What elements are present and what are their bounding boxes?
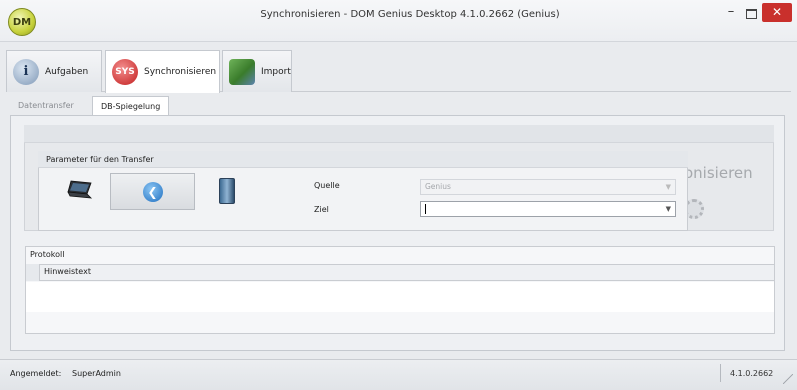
sync-icon: SYS xyxy=(112,59,138,85)
main-tab-strip: i Aufgaben SYS Synchronisieren Import xyxy=(6,50,791,93)
arrow-left-icon: ❮ xyxy=(142,181,163,202)
quelle-value: Genius xyxy=(425,182,451,191)
column-header-hinweistext[interactable]: Hinweistext xyxy=(44,267,91,276)
row-indicator xyxy=(26,264,40,281)
chevron-down-icon: ▼ xyxy=(665,183,671,191)
info-icon: i xyxy=(13,58,39,85)
protokoll-grid-body[interactable] xyxy=(26,282,774,312)
tab-db-spiegelung[interactable]: DB-Spiegelung xyxy=(92,96,170,116)
chevron-down-icon[interactable]: ▼ xyxy=(666,202,671,216)
ziel-select[interactable]: ▼ xyxy=(420,201,676,217)
quelle-select: Genius ▼ xyxy=(420,179,676,195)
app-logo-icon: DM xyxy=(8,8,36,36)
protokoll-grid-header xyxy=(26,264,774,281)
tab-synchronisieren[interactable]: SYS Synchronisieren xyxy=(105,50,220,93)
tab-aufgaben[interactable]: i Aufgaben xyxy=(6,50,102,92)
tab-datentransfer[interactable]: Datentransfer xyxy=(10,96,82,116)
transfer-direction-button[interactable]: ❮ xyxy=(110,173,195,210)
protokoll-title: Protokoll xyxy=(30,250,65,259)
import-icon xyxy=(229,58,255,85)
close-button[interactable]: ✕ xyxy=(762,3,792,22)
quelle-label: Quelle xyxy=(314,181,340,190)
status-user-label: Angemeldet: xyxy=(10,369,62,378)
tab-import[interactable]: Import xyxy=(222,50,292,92)
sync-group-header xyxy=(24,125,774,143)
maximize-icon xyxy=(746,9,757,19)
tab-label: Aufgaben xyxy=(45,66,89,77)
ziel-label: Ziel xyxy=(314,205,329,214)
tab-label: Import xyxy=(261,66,291,77)
parameter-group-title: Parameter für den Transfer xyxy=(38,151,688,168)
status-version: 4.1.0.2662 xyxy=(730,369,774,378)
synchronisieren-button-label: onisieren xyxy=(684,164,753,182)
database-server-icon xyxy=(219,178,235,204)
minimize-button[interactable]: – xyxy=(722,5,740,22)
resize-grip[interactable] xyxy=(783,374,793,384)
laptop-icon xyxy=(67,180,93,199)
status-separator xyxy=(720,364,721,382)
tab-label: Synchronisieren xyxy=(144,67,217,77)
maximize-button[interactable] xyxy=(742,6,760,22)
status-user-value: SuperAdmin xyxy=(72,369,121,378)
text-caret xyxy=(425,204,426,214)
window-title: Synchronisieren - DOM Genius Desktop 4.1… xyxy=(260,9,560,20)
